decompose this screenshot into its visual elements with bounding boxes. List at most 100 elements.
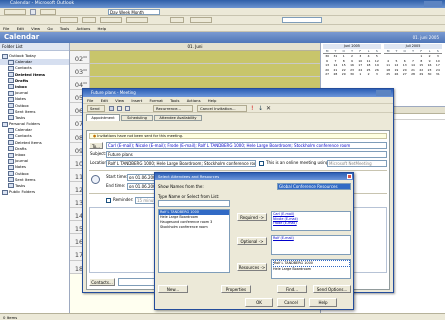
calendar-day[interactable]: 30 (348, 72, 356, 76)
resources-button[interactable]: Resources -> (237, 263, 267, 271)
meeting-menu-format[interactable]: Format (150, 97, 163, 104)
calendar-day[interactable]: 31 (434, 72, 442, 76)
help-button[interactable]: Help (309, 298, 337, 307)
public-folder-icon (2, 189, 8, 195)
weekday-label: T (412, 49, 414, 53)
print-icon[interactable] (117, 106, 122, 111)
organize-button[interactable] (190, 17, 212, 23)
online-checkbox[interactable] (259, 161, 264, 166)
resources-list[interactable]: Rolf L TANDBERG 1000 Hele Large Boardroo… (271, 259, 351, 279)
clock-icon (91, 175, 100, 184)
calendar-day[interactable]: 3 (373, 72, 381, 76)
new-button[interactable]: New... (158, 285, 188, 293)
recurrence-button[interactable]: Recurrence... (153, 105, 193, 112)
menu-help[interactable]: Help (98, 25, 107, 32)
new-button[interactable] (4, 9, 26, 15)
inbox-icon (8, 84, 14, 90)
hour-row[interactable]: 0300 (70, 64, 320, 78)
hour-row[interactable]: 0200 (70, 51, 320, 65)
menu-file[interactable]: File (3, 25, 9, 32)
save-icon[interactable] (109, 106, 114, 111)
mini-calendar: Juli 2005 MTOTFLS 1 2 3 4 5 6 7 8 9 10 11 12 13 14 15 1… (384, 44, 442, 76)
day-header-label: 01. Juni (187, 44, 203, 49)
subject-field[interactable]: Future plans (106, 151, 387, 158)
meeting-menu-view[interactable]: View (115, 97, 124, 104)
to-button[interactable]: To... (89, 142, 103, 149)
calendar-day[interactable]: 29 (340, 72, 348, 76)
menu-actions[interactable]: Actions (76, 25, 90, 32)
cancel-button[interactable]: Cancel (277, 298, 305, 307)
find-button[interactable] (170, 17, 184, 23)
send-options-button[interactable]: Send Options... (313, 285, 351, 293)
delete-icon[interactable]: ✕ (266, 105, 271, 112)
properties-button[interactable]: Properties (221, 285, 251, 293)
contacts-button[interactable]: Contacts... (89, 278, 115, 286)
close-icon[interactable] (347, 174, 352, 179)
calendar-day[interactable]: 28 (331, 72, 339, 76)
calendar-day[interactable]: 29 (417, 72, 425, 76)
attach-icon[interactable] (125, 106, 130, 111)
info-bar: ● Invitations have not been sent for thi… (89, 133, 387, 139)
type-name-field[interactable] (158, 200, 230, 207)
menu-tools[interactable]: Tools (60, 25, 69, 32)
menu-edit[interactable]: Edit (17, 25, 24, 32)
calendar-day[interactable]: 27 (323, 72, 331, 76)
online-select[interactable]: Microsoft NetMeeting (327, 160, 387, 167)
window-controls[interactable] (424, 1, 442, 7)
weekday-label: M (325, 49, 329, 53)
list-item[interactable]: Stockholm conference room (159, 225, 229, 230)
week-view-button[interactable] (100, 17, 122, 23)
meeting-title: Future plans - Meeting (91, 90, 136, 95)
calendar-day[interactable]: 30 (425, 72, 433, 76)
mini-calendar-dates[interactable]: 1 2 3 4 5 6 7 8 9 10 11 12 13 14 15 16 17 18 19 20 21 22 23 24 2… (384, 54, 442, 76)
importance-high-icon[interactable]: ! (251, 105, 253, 112)
location-field[interactable]: Rolf L TANDBERG 1000; Hele Large Boardro… (106, 160, 256, 167)
optional-list[interactable]: Rolf (E-mail) (271, 235, 351, 255)
mini-calendar: Juni 2005 MTOTFLS 30 31 1 2 3 4 5 6 7 8 9 10 11 12 13 1… (323, 44, 381, 76)
tab-attendee-availability[interactable]: Attendee Availability (154, 115, 202, 121)
meeting-window-controls[interactable] (376, 90, 391, 96)
required-list[interactable]: Carl (E-mail) Nicole (E-mail) Frode (E-m… (271, 211, 351, 231)
pane-header: Calendar 01. juni 2005 (0, 32, 445, 43)
tab-appointment[interactable]: Appointment (86, 114, 120, 121)
calendar-day[interactable]: 25 (384, 72, 392, 76)
calendar-day[interactable]: 27 (401, 72, 409, 76)
meeting-menu-help[interactable]: Help (208, 97, 217, 104)
month-view-button[interactable] (126, 17, 148, 23)
cancel-invitation-button[interactable]: Cancel Invitation... (197, 105, 247, 112)
required-button[interactable]: Required -> (237, 213, 267, 221)
journal-icon (8, 90, 14, 96)
meeting-menu-insert[interactable]: Insert (131, 97, 142, 104)
folder-item[interactable]: Public Folders (0, 189, 69, 195)
ok-button[interactable]: OK (245, 298, 273, 307)
search-box[interactable] (282, 17, 322, 23)
calendar-icon (8, 59, 14, 65)
meeting-menu-file[interactable]: File (87, 97, 93, 104)
importance-low-icon[interactable]: ↓ (258, 105, 263, 112)
print-icon[interactable] (30, 9, 36, 15)
send-button[interactable]: Send (87, 105, 105, 112)
back-button[interactable] (40, 9, 56, 15)
find-button[interactable]: Find... (277, 285, 307, 293)
day-view-button[interactable] (82, 17, 96, 23)
folder-list: Folder List Outlook Today Calendar Conta… (0, 43, 70, 313)
mini-calendar-dates[interactable]: 30 31 1 2 3 4 5 6 7 8 9 10 11 12 13 14 15 16 17 18 19 20 21 22 2… (323, 54, 381, 76)
calendar-day[interactable]: 26 (392, 72, 400, 76)
calendar-day[interactable]: 2 (364, 72, 372, 76)
menu-view[interactable]: View (31, 25, 40, 32)
tab-scheduling[interactable]: Scheduling (121, 115, 153, 121)
meeting-menu-actions[interactable]: Actions (187, 97, 201, 104)
calendar-day[interactable]: 28 (409, 72, 417, 76)
calendar-day[interactable]: 1 (356, 72, 364, 76)
show-names-label: Show Names from the: (158, 184, 204, 189)
reminder-checkbox[interactable] (106, 198, 111, 203)
toolbar-row-2 (0, 16, 445, 25)
meeting-menu-tools[interactable]: Tools (170, 97, 179, 104)
menu-go[interactable]: Go (47, 25, 52, 32)
meeting-menu-edit[interactable]: Edit (101, 97, 108, 104)
optional-button[interactable]: Optional -> (237, 237, 267, 245)
address-field[interactable]: Day Week Month (108, 9, 160, 15)
to-field[interactable]: Carl (E-mail); Nicole (E-mail); Frode (E… (106, 142, 387, 149)
show-names-select[interactable]: Global Conference Resources (277, 183, 351, 190)
today-button[interactable] (60, 17, 78, 23)
